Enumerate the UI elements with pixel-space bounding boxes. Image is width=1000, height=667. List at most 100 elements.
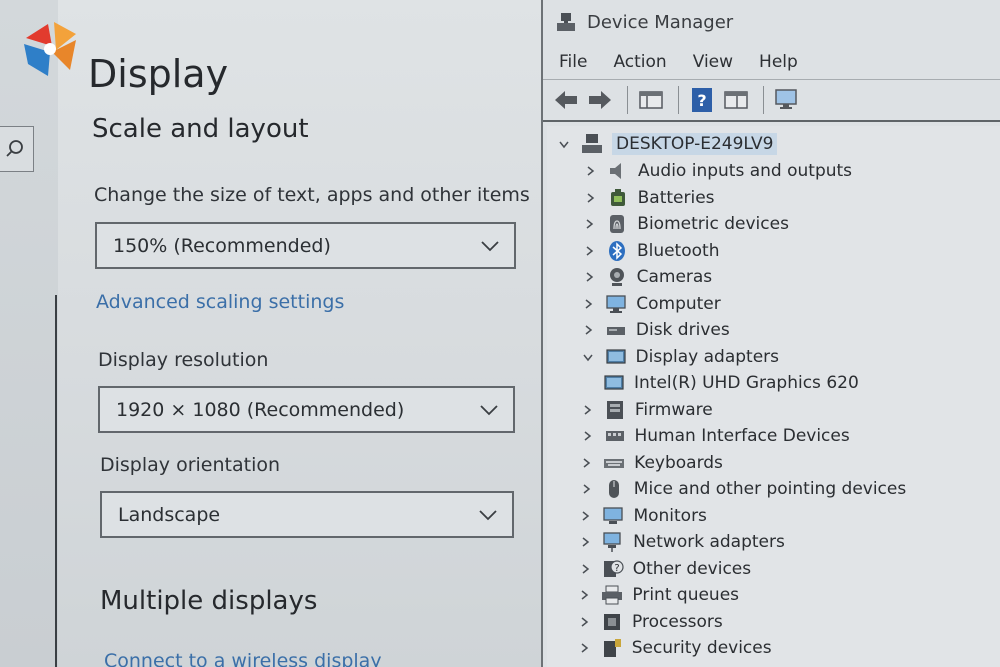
multiple-displays-title: Multiple displays — [100, 586, 318, 616]
tree-item-label: Firmware — [634, 399, 713, 420]
chevron-right-icon — [586, 219, 594, 229]
menu-help[interactable]: Help — [759, 52, 798, 72]
properties-icon — [724, 91, 748, 109]
search-button[interactable] — [0, 126, 34, 172]
tree-item-label: Human Interface Devices — [634, 426, 850, 446]
tree-category-item[interactable]: Human Interface Devices — [580, 423, 850, 449]
tree-expander[interactable] — [583, 191, 597, 205]
tree-expander[interactable] — [577, 588, 591, 602]
tree-category-item[interactable]: Audio inputs and outputs — [583, 158, 852, 184]
tree-category-item[interactable]: Network adapters — [578, 529, 785, 555]
tree-expander[interactable] — [577, 641, 591, 655]
tree-category-item[interactable]: Batteries — [583, 185, 715, 211]
menu-action[interactable]: Action — [613, 52, 666, 72]
camera-icon — [609, 268, 624, 286]
resolution-dropdown[interactable]: 1920 × 1080 (Recommended) — [98, 386, 515, 433]
printer-icon — [602, 585, 623, 605]
tree-device-item[interactable]: Intel(R) UHD Graphics 620 — [603, 370, 859, 396]
tree-expander[interactable] — [579, 456, 593, 470]
monitor-icon — [603, 506, 624, 524]
tree-expander[interactable] — [581, 350, 595, 364]
tree-root-label: DESKTOP-E249LV9 — [612, 133, 778, 155]
tree-root[interactable]: DESKTOP-E249LV9 — [557, 131, 778, 157]
tree-category-item[interactable]: Cameras — [582, 264, 712, 290]
tree-expander[interactable] — [557, 137, 571, 151]
tree-item-icon — [601, 611, 623, 633]
menu-view[interactable]: View — [693, 52, 733, 72]
tree-category-item[interactable]: Monitors — [578, 503, 707, 529]
tree-category-item[interactable]: Print queues — [577, 582, 739, 608]
tree-item-label: Disk drives — [635, 320, 730, 340]
tree-category-item[interactable]: Bluetooth — [582, 238, 719, 264]
tree-expander[interactable] — [580, 429, 594, 443]
forward-button[interactable] — [585, 85, 615, 115]
device-tree[interactable]: DESKTOP-E249LV9 Audio inputs and outputs B… — [547, 126, 1000, 667]
tree-category-item[interactable]: Computer — [581, 291, 721, 317]
tree-category-item[interactable]: Disk drives — [581, 317, 730, 343]
chevron-down-icon — [479, 510, 497, 521]
tree-expander[interactable] — [578, 562, 592, 576]
tree-item-icon — [604, 399, 626, 421]
chevron-right-icon — [581, 643, 588, 653]
tree-item-icon — [605, 319, 627, 341]
orientation-dropdown-value: Landscape — [118, 503, 221, 526]
tree-item-icon: ? — [602, 558, 624, 580]
tree-item-icon — [603, 478, 625, 500]
rail-divider — [55, 295, 57, 667]
tree-category-item[interactable]: Security devices — [577, 635, 772, 661]
show-hide-console-button[interactable] — [636, 85, 666, 115]
tree-item-label: Network adapters — [633, 532, 785, 552]
arrow-right-icon — [589, 91, 611, 109]
chevron-right-icon — [581, 616, 589, 627]
tree-category-item[interactable]: Processors — [577, 609, 723, 635]
orientation-dropdown[interactable]: Landscape — [100, 491, 514, 538]
tree-expander[interactable] — [578, 509, 592, 523]
tree-category-item[interactable]: Keyboards — [579, 450, 723, 476]
chevron-right-icon — [582, 563, 589, 574]
page-title: Display — [88, 52, 229, 96]
properties-button[interactable] — [721, 85, 751, 115]
tree-category-item[interactable]: Mice and other pointing devices — [579, 476, 906, 502]
tree-category-item[interactable]: Firmware — [580, 397, 713, 423]
tree-expander[interactable] — [577, 615, 591, 629]
window-title: Device Manager — [587, 11, 734, 33]
tree-item-label: Computer — [636, 293, 721, 314]
app-logo-icon — [24, 22, 76, 76]
tree-item-label: Other devices — [632, 558, 752, 579]
tree-expander[interactable] — [583, 164, 597, 178]
tree-category-item[interactable]: Display adapters — [581, 344, 779, 370]
computer-root-icon — [582, 134, 602, 153]
back-button[interactable] — [551, 85, 581, 115]
chevron-right-icon — [584, 404, 592, 415]
computer-root-icon — [581, 133, 603, 155]
settings-window: Display Scale and layout Change the size… — [0, 0, 543, 667]
tree-expander[interactable] — [582, 244, 596, 258]
firmware-icon — [606, 400, 623, 419]
tree-category-item[interactable]: Biometric devices — [582, 211, 789, 237]
tree-expander[interactable] — [581, 323, 595, 337]
tree-expander[interactable] — [578, 535, 592, 549]
tree-expander[interactable] — [580, 403, 594, 417]
tree-item-icon — [601, 584, 623, 606]
advanced-scaling-link[interactable]: Advanced scaling settings — [96, 291, 344, 313]
settings-nav-rail — [0, 0, 58, 667]
tree-item-icon — [605, 346, 627, 368]
help-button[interactable]: ? — [687, 85, 717, 115]
chevron-right-icon — [587, 166, 595, 176]
tree-expander[interactable] — [582, 270, 596, 284]
wireless-display-link[interactable]: Connect to a wireless display — [104, 650, 382, 667]
tree-expander[interactable] — [582, 217, 596, 231]
chevron-right-icon — [583, 484, 590, 494]
tree-expander[interactable] — [579, 482, 593, 496]
tree-category-item[interactable]: ? Other devices — [578, 556, 751, 582]
scan-hardware-button[interactable] — [772, 85, 802, 115]
menu-file[interactable]: File — [559, 52, 587, 72]
tree-item-label: Print queues — [632, 585, 740, 605]
svg-text:?: ? — [614, 563, 619, 574]
scale-dropdown[interactable]: 150% (Recommended) — [95, 222, 516, 269]
tree-expander[interactable] — [581, 297, 595, 311]
tree-item-label: Batteries — [637, 187, 715, 208]
toolbar-separator — [763, 86, 764, 114]
tree-item-icon — [605, 293, 627, 315]
tree-item-icon — [607, 160, 629, 182]
